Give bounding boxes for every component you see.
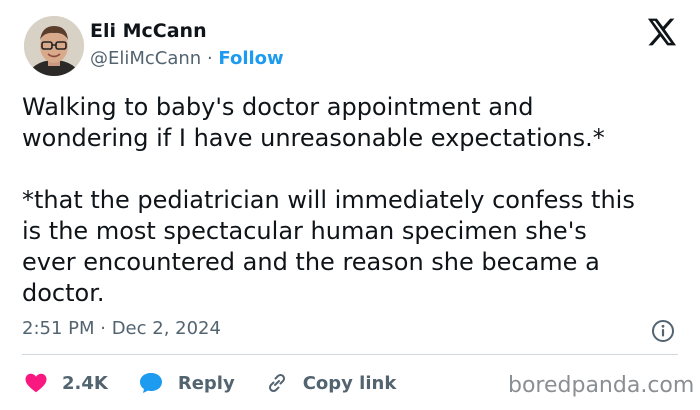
speech-bubble-icon [139,373,162,393]
follow-button[interactable]: Follow [218,48,283,69]
copy-link-label: Copy link [302,372,397,394]
watermark: boredpanda.com [508,373,695,398]
heart-icon [25,373,47,393]
reply-label: Reply [177,372,235,394]
divider [22,354,678,355]
action-bar: 2.4K Reply Copy link [24,368,426,398]
link-icon [268,373,285,393]
likes-count: 2.4K [62,372,108,394]
author-handle-row: @EliMcCann · Follow [90,48,284,69]
author-name[interactable]: Eli McCann [90,20,207,42]
avatar-image [24,16,84,76]
tweet-text: Walking to baby's doctor appointment and… [22,93,635,307]
like-button[interactable]: 2.4K [24,371,108,395]
x-logo-icon[interactable] [645,16,677,48]
info-icon[interactable] [651,319,675,343]
author-avatar[interactable] [24,16,84,76]
reply-button[interactable]: Reply [138,371,235,395]
handle-separator: · [201,48,219,69]
tweet-timestamp[interactable]: 2:51 PM · Dec 2, 2024 [22,318,221,339]
author-handle[interactable]: @EliMcCann [90,48,201,69]
copy-link-button[interactable]: Copy link [265,371,397,395]
